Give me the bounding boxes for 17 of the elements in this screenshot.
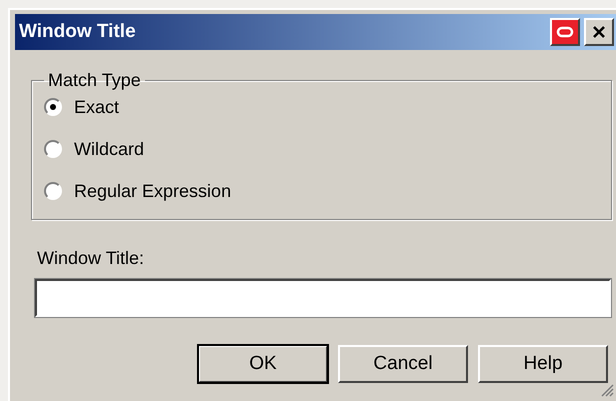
radio-option[interactable]: Exact xyxy=(44,95,599,119)
dialog-button[interactable]: OK xyxy=(198,345,328,383)
close-button[interactable] xyxy=(584,18,614,46)
radio-button[interactable] xyxy=(44,140,62,158)
radio-option[interactable]: Regular Expression xyxy=(44,179,599,203)
radio-button[interactable] xyxy=(44,182,62,200)
window-title: Window Title xyxy=(19,21,137,43)
close-icon xyxy=(592,25,606,39)
dialog-button[interactable]: Help xyxy=(478,345,608,383)
oval-button[interactable] xyxy=(550,18,580,46)
dialog-button[interactable]: Cancel xyxy=(338,345,468,383)
input-field[interactable] xyxy=(35,279,611,317)
resize-grip-icon[interactable] xyxy=(600,383,614,397)
radio-button[interactable] xyxy=(44,98,62,116)
field-label: Window Title: xyxy=(37,248,146,269)
group-label: Match Type xyxy=(47,70,142,91)
radio-option[interactable]: Wildcard xyxy=(44,137,599,161)
